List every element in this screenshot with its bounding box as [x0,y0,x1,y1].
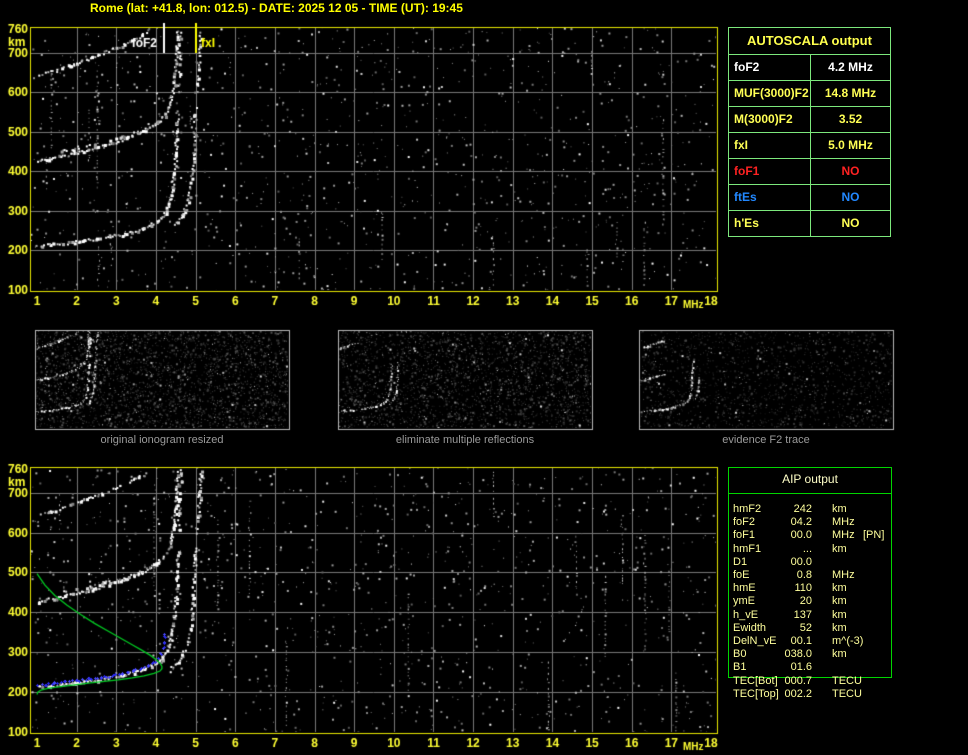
autoscala-table-rows: foF2 4.2 MHz MUF(3000)F2 14.8 MHz M(3000)F2 3… [729,54,890,236]
aip-row-unit: MHz [832,569,855,581]
aip-row-value: 52 [799,621,812,634]
aip-row-label: hmF2 [733,503,762,515]
autoscala-row-value: 5.0 MHz [810,133,890,158]
aip-row: D1 00.0 [728,556,894,569]
autoscala-row-label: M(3000)F2 [734,112,793,126]
autoscala-table-header: AUTOSCALA output [747,33,872,48]
autoscala-row: foF2 4.2 MHz [729,54,890,80]
autoscala-row-value: NO [810,211,890,236]
autoscala-row-label: foF2 [734,60,760,74]
aip-row-value: 038.0 [784,648,812,661]
autoscala-row-value: NO [810,159,890,184]
aip-row-unit: m^(-3) [832,635,864,647]
aip-row-unit: TECU [832,674,862,687]
aip-row: foF1 00.0 MHz [PN] [728,529,894,542]
aip-row: foE 0.8 MHz [728,569,894,582]
aip-row-label: D1 [733,555,748,568]
aip-row-value: 00.1 [790,635,812,647]
autoscala-row-value: 14.8 MHz [810,81,890,106]
autoscala-row-value: 4.2 MHz [810,55,890,80]
aip-row: B0 038.0 km [728,648,894,661]
aip-row-label: hmE [733,582,756,595]
autoscala-row: h'Es NO [729,210,890,236]
aip-row-unit: km [832,648,847,661]
aip-row: TEC[Bot] 000.7 TECU [728,675,894,688]
station-title: Rome (lat: +41.8, lon: 012.5) - DATE: 20… [90,1,463,15]
aip-row-unit: km [832,595,847,608]
aip-row-label: foF2 [733,516,756,529]
aip-row-value: 01.6 [790,661,812,674]
aip-row: hmE 110 km [728,582,894,595]
aip-row-label: B1 [733,661,747,674]
aip-row-unit: km [832,542,847,555]
autoscala-row: fxI 5.0 MHz [729,132,890,158]
thumbnail-caption-original: original ionogram resized [100,434,224,446]
thumbnail-caption-eliminate: eliminate multiple reflections [395,434,535,446]
aip-row-label: foF1 [733,529,756,542]
aip-row-label: ymE [733,595,755,608]
aip-row-value: 000.7 [784,674,812,687]
autoscala-row-value: NO [810,185,890,210]
aip-row-value: 002.2 [784,687,812,700]
aip-row: B1 01.6 [728,661,894,674]
aip-row-value: 00.0 [790,555,812,568]
autoscala-row-label: MUF(3000)F2 [734,86,809,100]
aip-row-unit: MHz [832,529,855,542]
autoscala-row-value: 3.52 [810,107,890,132]
autoscala-row: MUF(3000)F2 14.8 MHz [729,80,890,106]
aip-header-divider [728,493,892,494]
aip-row-value: 242 [793,503,812,515]
aip-row: h_vE 137 km [728,609,894,622]
aip-row-unit: km [832,503,847,515]
aip-row-unit: km [832,608,847,621]
aip-row-extra: [PN] [863,529,885,542]
autoscala-row-label: fxI [734,138,749,152]
aip-row-label: foE [733,569,750,581]
aip-row-value: 137 [793,608,812,621]
aip-row-label: hmF1 [733,542,762,555]
aip-row-value: 110 [794,582,812,595]
autoscala-row-label: foF1 [734,164,760,178]
aip-row: Ewidth 52 km [728,622,894,635]
autoscala-row: ftEs NO [729,184,890,210]
aip-row-value: 00.0 [790,529,812,542]
aip-row-label: Ewidth [733,621,767,634]
autoscala-app-window: Rome (lat: +41.8, lon: 012.5) - DATE: 20… [0,0,968,755]
aip-row-value: 0.8 [796,569,812,581]
autoscala-output-table: AUTOSCALA output foF2 4.2 MHz MUF(3000)F2 1… [728,27,891,237]
aip-row-value: 04.2 [790,516,812,529]
aip-row-unit: km [832,582,847,595]
aip-row-label: B0 [733,648,747,661]
autoscala-row-label: ftEs [734,190,757,204]
thumbnail-caption-evidence: evidence F2 trace [722,434,810,446]
autoscala-row-label: h'Es [734,216,759,230]
aip-row: TEC[Top] 002.2 TECU [728,688,894,701]
aip-output-panel: AIP output hmF2 242 km foF2 04.2 MHz foF1 00.0 M… [728,467,894,707]
autoscala-row: foF1 NO [729,158,890,184]
aip-row: foF2 04.2 MHz [728,516,894,529]
aip-row-unit: TECU [832,687,862,700]
aip-row: hmF2 242 km [728,503,894,516]
aip-row-unit: km [832,621,847,634]
aip-row-value: 20 [799,595,812,608]
autoscala-row: M(3000)F2 3.52 [729,106,890,132]
aip-row: hmF1... km [728,543,894,556]
aip-row: DelN_vE 00.1 m^(-3) [728,635,894,648]
aip-row: ymE 20 km [728,595,894,608]
aip-row-value: ... [802,542,812,555]
aip-panel-header: AIP output [782,472,838,486]
aip-row-label: h_vE [733,608,759,621]
aip-row-unit: MHz [832,516,855,529]
